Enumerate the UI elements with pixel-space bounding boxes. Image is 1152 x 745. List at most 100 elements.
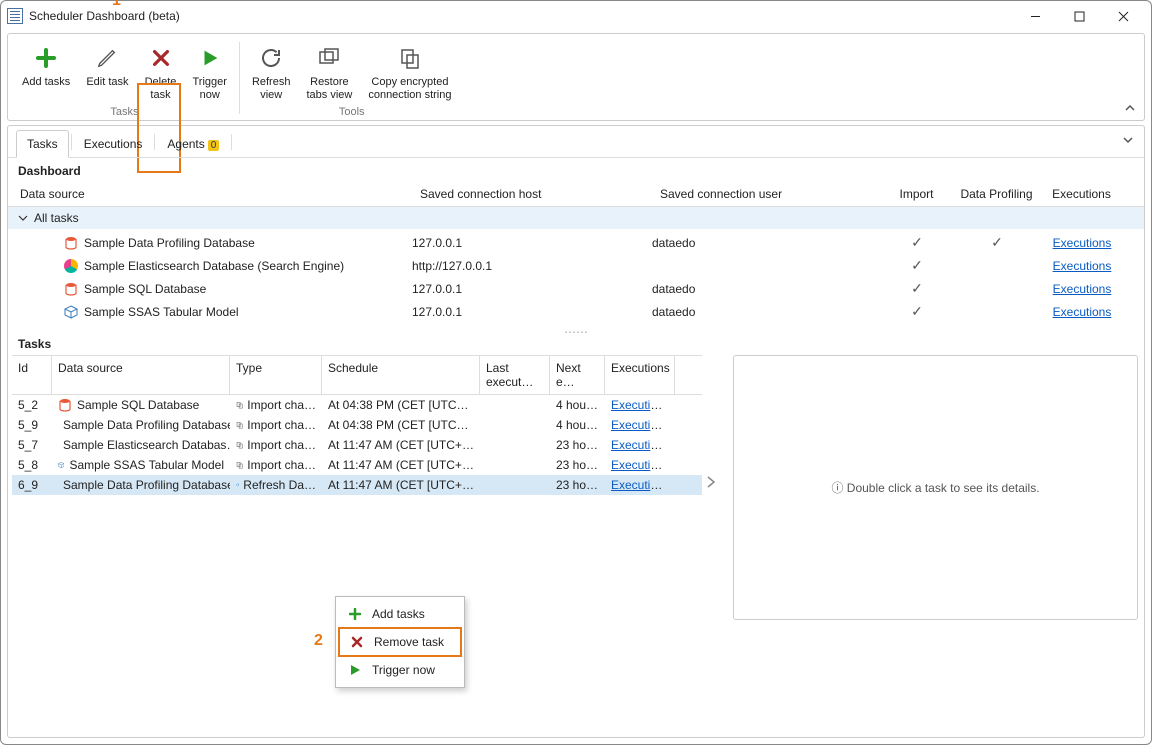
task-id: 5_8: [12, 458, 52, 472]
splitter[interactable]: ⋯⋯: [8, 325, 1144, 333]
dashboard-title: Dashboard: [8, 158, 1144, 182]
ribbon-collapse-button[interactable]: [1124, 102, 1136, 114]
x-icon: [150, 44, 172, 72]
refresh-icon: [236, 478, 239, 492]
trigger-now-button[interactable]: Trigger now: [185, 38, 235, 104]
ds-name: Sample SQL Database: [84, 282, 206, 296]
task-type: Import cha…: [247, 418, 316, 432]
next-pane-arrow[interactable]: [706, 475, 716, 489]
executions-link[interactable]: Executions: [611, 458, 670, 472]
tabs-bar: Tasks Executions Agents0: [8, 126, 1144, 158]
plus-icon: [348, 608, 362, 620]
task-ds: Sample SQL Database: [77, 398, 199, 412]
group-all-tasks[interactable]: All tasks: [8, 207, 1144, 229]
dashboard-row[interactable]: Sample SSAS Tabular Model127.0.0.1dataed…: [8, 300, 1144, 323]
refresh-view-button[interactable]: Refresh view: [244, 38, 299, 104]
task-schedule: At 04:38 PM (CET [UTC+02:…: [322, 398, 480, 412]
play-icon: [348, 664, 362, 676]
tab-tasks[interactable]: Tasks: [16, 130, 69, 158]
task-schedule: At 04:38 PM (CET [UTC+02:…: [322, 418, 480, 432]
col-id[interactable]: Id: [12, 356, 52, 394]
col-user[interactable]: Saved connection user: [652, 182, 882, 206]
task-type: Refresh Da…: [243, 478, 316, 492]
x-icon: [350, 636, 364, 648]
task-type: Import cha…: [247, 438, 316, 452]
tabs-overflow-button[interactable]: [1122, 134, 1134, 146]
executions-link[interactable]: Executions: [611, 398, 670, 412]
ribbon-group-label-tasks: Tasks: [110, 104, 138, 118]
cube-icon: [64, 305, 78, 319]
ds-host: 127.0.0.1: [412, 282, 652, 296]
col-ds[interactable]: Data source: [52, 356, 230, 394]
elasticsearch-icon: [64, 259, 78, 273]
import-icon: [236, 418, 243, 432]
executions-link[interactable]: Executions: [1053, 282, 1112, 296]
task-row[interactable]: 6_9Sample Data Profiling DatabaseRefresh…: [12, 475, 702, 495]
edit-task-button[interactable]: Edit task: [78, 38, 136, 104]
ds-profiling: ✓: [952, 234, 1042, 251]
task-id: 6_9: [12, 478, 52, 492]
task-row[interactable]: 5_2Sample SQL DatabaseImport cha…At 04:3…: [12, 395, 702, 415]
maximize-button[interactable]: [1057, 2, 1101, 30]
windows-icon: [317, 44, 341, 72]
col-schedule[interactable]: Schedule: [322, 356, 480, 394]
add-tasks-button[interactable]: Add tasks: [14, 38, 78, 104]
ds-import: ✓: [882, 280, 952, 297]
task-schedule: At 11:47 AM (CET [UTC+02:…: [322, 478, 480, 492]
executions-link[interactable]: Executions: [1053, 236, 1112, 250]
close-button[interactable]: [1101, 2, 1145, 30]
tab-agents[interactable]: Agents0: [157, 131, 229, 157]
col-last-execution[interactable]: Last execut…: [480, 356, 550, 394]
executions-link[interactable]: Executions: [611, 418, 670, 432]
ctx-trigger-now[interactable]: Trigger now: [338, 657, 462, 683]
task-row[interactable]: 5_7 Sample Elasticsearch Databas… Import c…: [12, 435, 702, 455]
executions-link[interactable]: Executions: [611, 438, 670, 452]
col-executions[interactable]: Executions: [605, 356, 675, 394]
col-profiling[interactable]: Data Profiling: [952, 182, 1042, 206]
col-import[interactable]: Import: [882, 182, 952, 206]
window-title: Scheduler Dashboard (beta): [29, 9, 1013, 23]
dashboard-row[interactable]: Sample SQL Database 127.0.0.1dataedo✓ Exec…: [8, 277, 1144, 300]
task-row[interactable]: 5_8Sample SSAS Tabular ModelImport cha…A…: [12, 455, 702, 475]
dashboard-row[interactable]: Sample Elasticsearch Database (Search En…: [8, 254, 1144, 277]
task-ds: Sample SSAS Tabular Model: [69, 458, 224, 472]
task-next: 4 hours f…: [550, 418, 605, 432]
task-next: 23 hours…: [550, 478, 605, 492]
task-ds: Sample Elasticsearch Databas…: [63, 438, 230, 452]
database-icon: [58, 398, 72, 412]
ctx-add-tasks[interactable]: Add tasks: [338, 601, 462, 627]
task-row[interactable]: 5_9Sample Data Profiling DatabaseImport …: [12, 415, 702, 435]
task-next: 23 hours…: [550, 458, 605, 472]
plus-icon: [34, 44, 58, 72]
details-pane: ⓘ Double click a task to see its details…: [733, 355, 1138, 620]
import-icon: [236, 458, 243, 472]
pencil-icon: [96, 44, 118, 72]
annotation-1: 1: [112, 0, 121, 10]
restore-tabs-button[interactable]: Restore tabs view: [298, 38, 360, 104]
dashboard-row[interactable]: Sample Data Profiling Database127.0.0.1d…: [8, 231, 1144, 254]
executions-link[interactable]: Executions: [1053, 305, 1112, 319]
ds-import: ✓: [882, 234, 952, 251]
minimize-button[interactable]: [1013, 2, 1057, 30]
executions-link[interactable]: Executions: [1053, 259, 1112, 273]
annotation-2: 2: [314, 632, 323, 650]
tab-executions[interactable]: Executions: [74, 131, 153, 157]
executions-link[interactable]: Executions: [611, 478, 670, 492]
agents-count-badge: 0: [208, 140, 220, 151]
copy-conn-button[interactable]: Copy encrypted connection string: [360, 38, 459, 104]
col-host[interactable]: Saved connection host: [412, 182, 652, 206]
import-icon: [236, 398, 243, 412]
ctx-remove-task[interactable]: Remove task: [338, 627, 462, 657]
refresh-icon: [259, 44, 283, 72]
database-icon: [64, 282, 78, 296]
task-type: Import cha…: [247, 458, 316, 472]
col-executions[interactable]: Executions: [1042, 182, 1122, 206]
ds-user: dataedo: [652, 305, 882, 319]
ds-user: dataedo: [652, 282, 882, 296]
col-next-execution[interactable]: Next e…: [550, 356, 605, 394]
task-id: 5_7: [12, 438, 52, 452]
tasks-columns: Id Data source Type Schedule Last execut…: [12, 356, 702, 395]
col-data-source[interactable]: Data source: [12, 182, 412, 206]
col-type[interactable]: Type: [230, 356, 322, 394]
import-icon: [236, 438, 243, 452]
